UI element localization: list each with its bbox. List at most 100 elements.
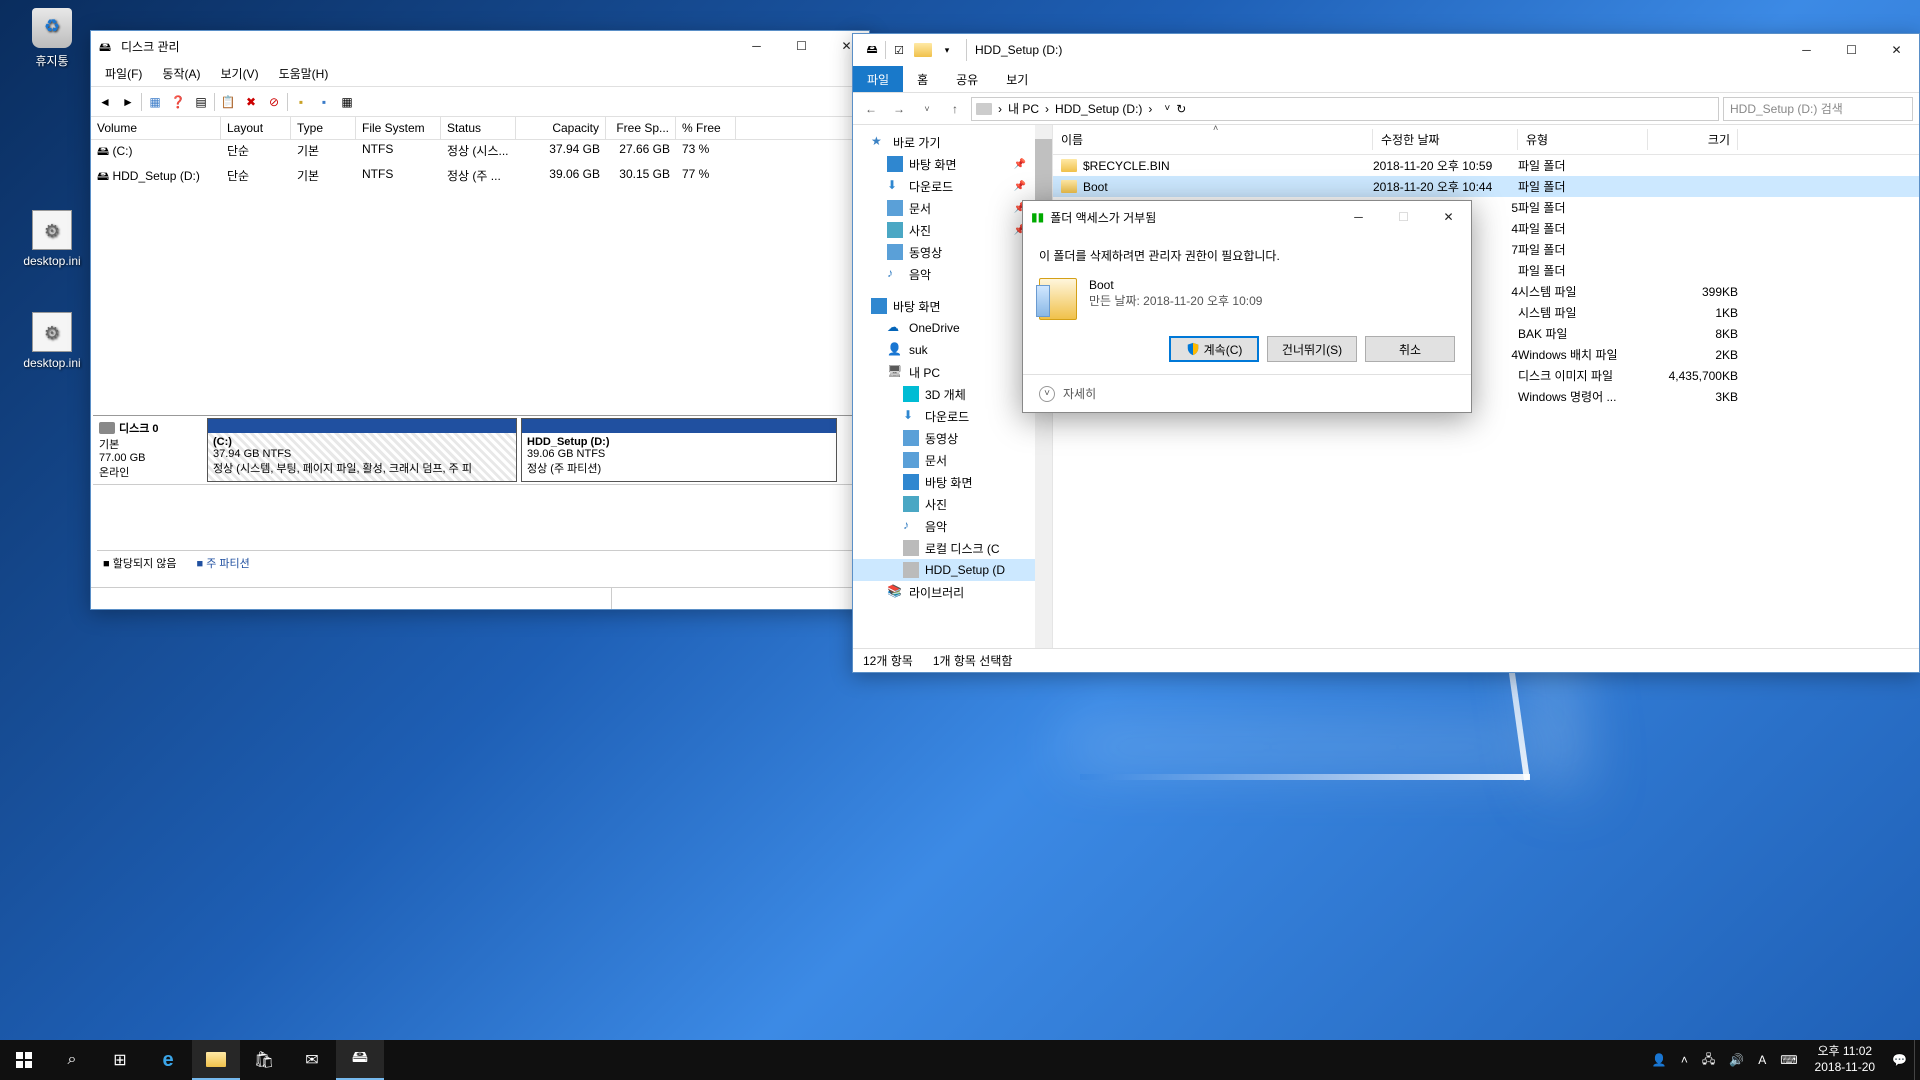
nav-item[interactable]: 문서	[853, 449, 1052, 471]
start-button[interactable]	[0, 1040, 48, 1080]
breadcrumb-sep[interactable]: ›	[1045, 102, 1049, 116]
nav-item[interactable]: 로컬 디스크 (C	[853, 537, 1052, 559]
col-status[interactable]: Status	[441, 117, 516, 139]
close-button[interactable]: ✕	[1426, 202, 1471, 232]
toolbar-btn[interactable]: ▤	[191, 92, 211, 112]
toolbar-btn[interactable]: ⊘	[264, 92, 284, 112]
col-layout[interactable]: Layout	[221, 117, 291, 139]
toolbar-btn[interactable]: ▪	[314, 92, 334, 112]
menu-view[interactable]: 보기(V)	[210, 61, 268, 86]
task-view-button[interactable]: ⊞	[96, 1040, 144, 1080]
recent-dropdown[interactable]: ˅	[915, 97, 939, 121]
action-center-icon[interactable]: 💬	[1885, 1040, 1914, 1080]
minimize-button[interactable]: ─	[1784, 35, 1829, 65]
breadcrumb[interactable]: 내 PC	[1008, 100, 1039, 117]
dialog-titlebar[interactable]: ▮▮ 폴더 액세스가 거부됨 ─ ☐ ✕	[1023, 201, 1471, 233]
mail-button[interactable]: ✉	[288, 1040, 336, 1080]
forward-button[interactable]: →	[887, 97, 911, 121]
maximize-button[interactable]: ☐	[1829, 35, 1874, 65]
nav-item[interactable]: 사진	[853, 493, 1052, 515]
breadcrumb[interactable]: HDD_Setup (D:)	[1055, 102, 1142, 116]
ime-icon[interactable]: A	[1751, 1040, 1773, 1080]
maximize-button[interactable]: ☐	[779, 31, 824, 61]
back-button[interactable]: ◄	[95, 92, 115, 112]
col-size[interactable]: 크기	[1648, 125, 1738, 154]
nav-item[interactable]: 📚라이브러리	[853, 581, 1052, 603]
nav-item[interactable]: HDD_Setup (D	[853, 559, 1052, 581]
address-bar[interactable]: › 내 PC › HDD_Setup (D:) › ˅ ↻	[971, 97, 1719, 121]
nav-item[interactable]: 바탕 화면📌	[853, 153, 1052, 175]
col-type[interactable]: 유형	[1518, 125, 1648, 154]
up-button[interactable]: ↑	[943, 97, 967, 121]
desktop-icon-ini-2[interactable]: desktop.ini	[14, 312, 90, 370]
menu-action[interactable]: 동작(A)	[152, 61, 210, 86]
table-row[interactable]: 🖴 HDD_Setup (D:)단순기본NTFS정상 (주 ...39.06 G…	[91, 165, 869, 190]
addr-dropdown[interactable]: ˅	[1164, 103, 1170, 114]
col-pfree[interactable]: % Free	[676, 117, 736, 139]
partition[interactable]: (C:)37.94 GB NTFS정상 (시스템, 부팅, 페이지 파일, 활성…	[207, 418, 517, 482]
breadcrumb-sep[interactable]: ›	[1148, 102, 1152, 116]
network-icon[interactable]: 🖧	[1695, 1040, 1722, 1080]
table-row[interactable]: 🖴 (C:)단순기본NTFS정상 (시스...37.94 GB27.66 GB7…	[91, 140, 869, 165]
breadcrumb-sep[interactable]: ›	[998, 102, 1002, 116]
toolbar-btn[interactable]: ▦	[337, 92, 357, 112]
volume-icon[interactable]: 🔊	[1722, 1040, 1751, 1080]
search-button[interactable]: ⌕	[48, 1040, 96, 1080]
col-volume[interactable]: Volume	[91, 117, 221, 139]
diskmgmt-taskbar-button[interactable]: 🖴	[336, 1040, 384, 1080]
explorer-taskbar-button[interactable]	[192, 1040, 240, 1080]
toolbar-btn[interactable]: ✖	[241, 92, 261, 112]
col-free[interactable]: Free Sp...	[606, 117, 676, 139]
edge-button[interactable]: e	[144, 1040, 192, 1080]
partition[interactable]: HDD_Setup (D:)39.06 GB NTFS정상 (주 파티션)	[521, 418, 837, 482]
tab-home[interactable]: 홈	[903, 66, 942, 92]
skip-button[interactable]: 건너뛰기(S)	[1267, 336, 1357, 362]
tab-file[interactable]: 파일	[853, 66, 903, 92]
file-row[interactable]: $RECYCLE.BIN2018-11-20 오후 10:59파일 폴더	[1053, 155, 1919, 176]
titlebar[interactable]: 🖴 디스크 관리 ─ ☐ ✕	[91, 31, 869, 61]
tab-view[interactable]: 보기	[992, 66, 1042, 92]
col-name[interactable]: 이름 ˄	[1053, 125, 1373, 154]
tab-share[interactable]: 공유	[942, 66, 992, 92]
refresh-button[interactable]: ↻	[1176, 102, 1186, 116]
menu-help[interactable]: 도움말(H)	[269, 61, 339, 86]
ime-mode-icon[interactable]: ⌨	[1773, 1040, 1804, 1080]
file-row[interactable]: Boot2018-11-20 오후 10:44파일 폴더	[1053, 176, 1919, 197]
menu-file[interactable]: 파일(F)	[95, 61, 152, 86]
tray-overflow[interactable]: ˄	[1674, 1040, 1695, 1080]
clock[interactable]: 오후 11:02 2018-11-20	[1805, 1044, 1886, 1075]
toolbar-btn[interactable]: ▦	[145, 92, 165, 112]
col-capacity[interactable]: Capacity	[516, 117, 606, 139]
desktop-icon-recycle-bin[interactable]: 휴지통	[14, 8, 90, 69]
titlebar[interactable]: 🖴 ☑ ▾ HDD_Setup (D:) ─ ☐ ✕	[853, 34, 1919, 66]
people-icon[interactable]: 👤	[1645, 1040, 1674, 1080]
minimize-button[interactable]: ─	[1336, 202, 1381, 232]
file-list-header[interactable]: 이름 ˄ 수정한 날짜 유형 크기	[1053, 125, 1919, 155]
qat-folder-icon[interactable]	[912, 39, 934, 61]
desktop-icon-ini-1[interactable]: desktop.ini	[14, 210, 90, 268]
nav-item[interactable]: 바탕 화면	[853, 471, 1052, 493]
show-desktop-button[interactable]	[1914, 1040, 1920, 1080]
close-button[interactable]: ✕	[1874, 35, 1919, 65]
table-header[interactable]: Volume Layout Type File System Status Ca…	[91, 117, 869, 140]
toolbar-btn[interactable]: ❓	[168, 92, 188, 112]
properties-icon[interactable]: ☑	[888, 39, 910, 61]
search-input[interactable]: HDD_Setup (D:) 검색	[1723, 97, 1913, 121]
more-details[interactable]: ˅ 자세히	[1023, 374, 1471, 412]
disk-row[interactable]: 디스크 0 기본 77.00 GB 온라인 (C:)37.94 GB NTFS정…	[93, 416, 867, 485]
store-button[interactable]: 🛍	[240, 1040, 288, 1080]
nav-item[interactable]: ♪음악	[853, 515, 1052, 537]
nav-item[interactable]: ⬇다운로드📌	[853, 175, 1052, 197]
back-button[interactable]: ←	[859, 97, 883, 121]
continue-button[interactable]: 계속(C)	[1169, 336, 1259, 362]
nav-item[interactable]: ★바로 가기	[853, 131, 1052, 153]
nav-item[interactable]: 동영상	[853, 427, 1052, 449]
col-type[interactable]: Type	[291, 117, 356, 139]
minimize-button[interactable]: ─	[734, 31, 779, 61]
col-fs[interactable]: File System	[356, 117, 441, 139]
qat-dropdown[interactable]: ▾	[936, 39, 958, 61]
toolbar-btn[interactable]: 📋	[218, 92, 238, 112]
col-date[interactable]: 수정한 날짜	[1373, 125, 1518, 154]
forward-button[interactable]: ►	[118, 92, 138, 112]
cancel-button[interactable]: 취소	[1365, 336, 1455, 362]
